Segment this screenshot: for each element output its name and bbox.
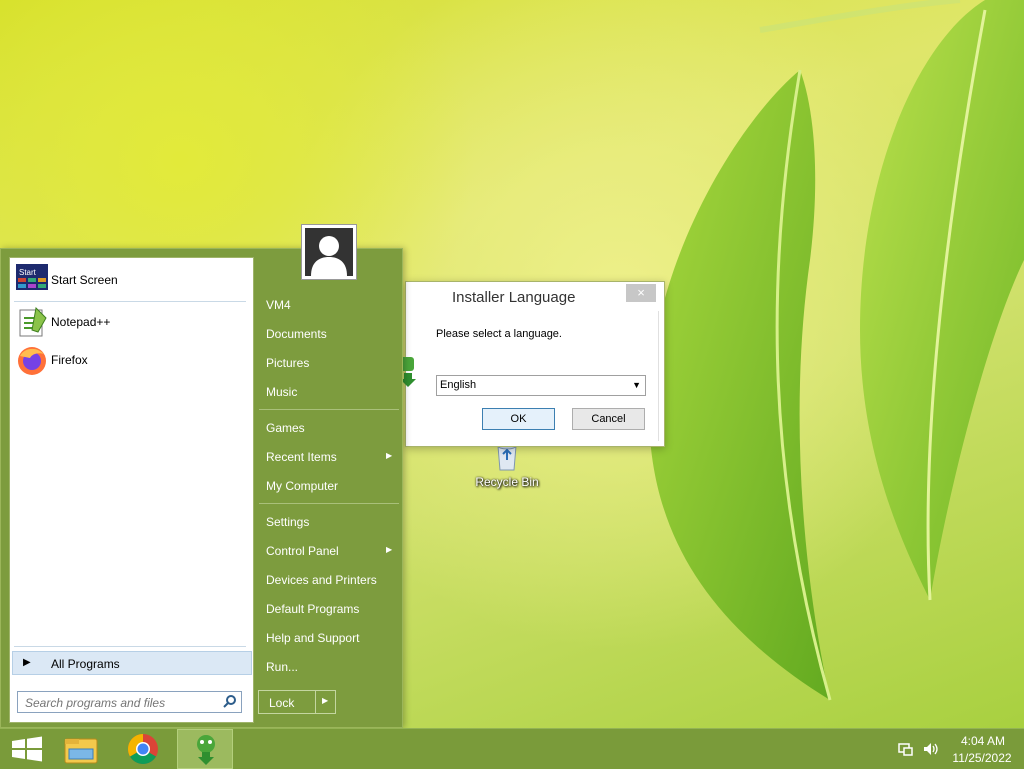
start-menu: Start Start Screen Notepad++ Firefox ▶ A…: [0, 224, 403, 728]
taskbar: 4:04 AM 11/25/2022: [0, 728, 1024, 769]
all-programs-button[interactable]: ▶ All Programs: [12, 651, 252, 675]
user-icon: [311, 236, 347, 276]
lock-button[interactable]: Lock ▶: [258, 690, 336, 714]
all-programs-separator: [14, 646, 246, 647]
submenu-arrow-icon: ▶: [386, 545, 393, 554]
start-item-default-programs[interactable]: Default Programs: [266, 602, 359, 616]
dialog-title: Installer Language: [452, 289, 576, 306]
pinned-item-start-screen[interactable]: Start Start Screen: [14, 262, 246, 298]
start-item-vm4[interactable]: VM4: [266, 298, 291, 312]
clock-date[interactable]: 11/25/2022: [950, 751, 1014, 765]
search-icon[interactable]: [223, 694, 237, 708]
start-button[interactable]: [0, 729, 56, 769]
start-item-help-and-support[interactable]: Help and Support: [266, 631, 359, 645]
start-left-pane: Start Start Screen Notepad++ Firefox ▶ A…: [9, 257, 254, 723]
taskbar-nsis-installer[interactable]: [177, 729, 233, 769]
pinned-item-label: Start Screen: [51, 273, 118, 287]
all-programs-label: All Programs: [51, 657, 120, 671]
search-programs-field[interactable]: [17, 691, 242, 713]
start-item-pictures[interactable]: Pictures: [266, 356, 309, 370]
start-item-devices-and-printers[interactable]: Devices and Printers: [266, 573, 377, 587]
pinned-item-firefox[interactable]: Firefox: [14, 342, 246, 378]
right-separator: [259, 409, 399, 410]
cancel-button[interactable]: Cancel: [572, 408, 645, 430]
pinned-separator: [14, 301, 246, 302]
taskbar-file-explorer[interactable]: [53, 729, 109, 769]
pinned-item-label: Firefox: [51, 353, 88, 367]
submenu-arrow-icon: ▶: [386, 451, 393, 460]
pinned-item-notepad-plus-plus[interactable]: Notepad++: [14, 304, 246, 340]
chevron-down-icon: ▼: [632, 380, 641, 390]
desktop: Recycle Bin Installer Language × Please …: [0, 0, 1024, 728]
firefox-icon: [18, 347, 46, 375]
recycle-bin-label: Recycle Bin: [475, 475, 539, 489]
network-icon[interactable]: [898, 741, 914, 757]
start-item-run[interactable]: Run...: [266, 660, 298, 674]
start-item-control-panel[interactable]: Control Panel ▶: [266, 544, 396, 558]
language-prompt: Please select a language.: [436, 328, 562, 340]
clock-time[interactable]: 4:04 AM: [958, 734, 1008, 748]
notepad-plus-plus-icon: [19, 306, 47, 337]
language-select[interactable]: English ▼: [436, 375, 646, 396]
user-avatar[interactable]: [301, 224, 357, 280]
dialog-close-button[interactable]: ×: [626, 284, 656, 302]
start-item-games[interactable]: Games: [266, 421, 305, 435]
dialog-body: Please select a language. English ▼ OK C…: [400, 311, 659, 441]
nsis-installer-icon: [197, 735, 215, 765]
start-item-my-computer[interactable]: My Computer: [266, 479, 338, 493]
start-item-music[interactable]: Music: [266, 385, 297, 399]
start-screen-icon: Start: [16, 264, 48, 290]
lock-label: Lock: [269, 696, 295, 710]
dialog-titlebar[interactable]: Installer Language ×: [406, 282, 664, 310]
start-tile-text: Start: [19, 268, 37, 277]
taskbar-chrome[interactable]: [115, 729, 171, 769]
lock-divider: [315, 691, 316, 713]
desktop-icon-recycle-bin[interactable]: Recycle Bin: [468, 440, 546, 489]
language-select-value: English: [440, 379, 477, 391]
start-item-settings[interactable]: Settings: [266, 515, 309, 529]
ok-button[interactable]: OK: [482, 408, 555, 430]
windows-start-icon: [12, 736, 42, 762]
search-input[interactable]: [23, 695, 217, 711]
right-separator: [259, 503, 399, 504]
pinned-item-label: Notepad++: [51, 315, 111, 329]
volume-icon[interactable]: [922, 741, 938, 757]
chrome-icon: [127, 734, 158, 765]
recent-items-label: Recent Items: [266, 450, 337, 464]
triangle-right-icon: ▶: [23, 657, 31, 668]
control-panel-label: Control Panel: [266, 544, 339, 558]
file-explorer-icon: [64, 738, 98, 764]
shutdown-options-arrow-icon[interactable]: ▶: [322, 696, 328, 705]
installer-language-dialog: Installer Language × Please select a lan…: [400, 281, 665, 447]
start-item-recent-items[interactable]: Recent Items ▶: [266, 450, 396, 464]
start-item-documents[interactable]: Documents: [266, 327, 327, 341]
